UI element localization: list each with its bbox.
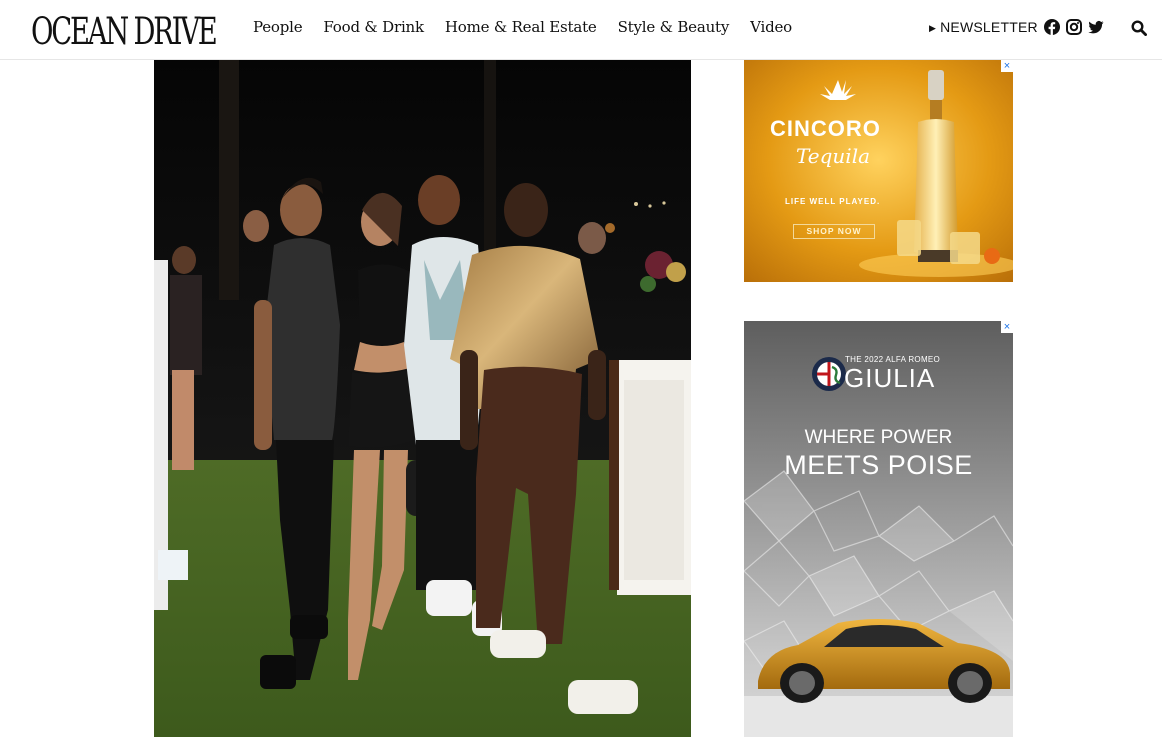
cincoro-sub: Tequila (796, 144, 871, 168)
giulia-name: GIULIA (844, 363, 936, 393)
cincoro-tagline: LIFE WELL PLAYED. (785, 197, 881, 206)
nav-item-people[interactable]: People (253, 18, 303, 36)
twitter-icon[interactable] (1088, 19, 1104, 35)
nav-item-food-drink[interactable]: Food & Drink (323, 18, 424, 36)
ad-close-icon[interactable]: × (1001, 321, 1013, 333)
newsletter-link[interactable]: ▶ NEWSLETTER (929, 19, 1038, 35)
nav-item-video[interactable]: Video (750, 18, 792, 36)
site-logo[interactable]: OCEAN DRIVE (31, 10, 218, 54)
article-photo (154, 60, 691, 737)
search-icon[interactable] (1131, 20, 1148, 37)
cincoro-ad[interactable]: × CINCORO Tequila LIFE WELL PLAYED. SHOP… (744, 60, 1013, 282)
giulia-headline-1: WHERE POWER (804, 427, 953, 448)
main-nav: People Food & Drink Home & Real Estate S… (253, 18, 813, 36)
giulia-headline-2: MEETS POISE (784, 450, 973, 480)
site-header: OCEAN DRIVE People Food & Drink Home & R… (0, 0, 1162, 60)
play-triangle-icon: ▶ (929, 23, 937, 33)
alfa-romeo-ad[interactable]: × THE 2022 ALFA ROMEO GIULIA WHERE POWER… (744, 321, 1013, 737)
nav-item-style-beauty[interactable]: Style & Beauty (618, 18, 730, 36)
nav-item-home-real-estate[interactable]: Home & Real Estate (445, 18, 597, 36)
newsletter-label: NEWSLETTER (940, 19, 1038, 35)
cincoro-brand: CINCORO (770, 116, 881, 141)
facebook-icon[interactable] (1044, 19, 1060, 35)
cincoro-shop-now-button[interactable]: SHOP NOW (793, 224, 875, 239)
social-icons (1044, 19, 1104, 35)
instagram-icon[interactable] (1066, 19, 1082, 35)
ad-close-icon[interactable]: × (1001, 60, 1013, 72)
